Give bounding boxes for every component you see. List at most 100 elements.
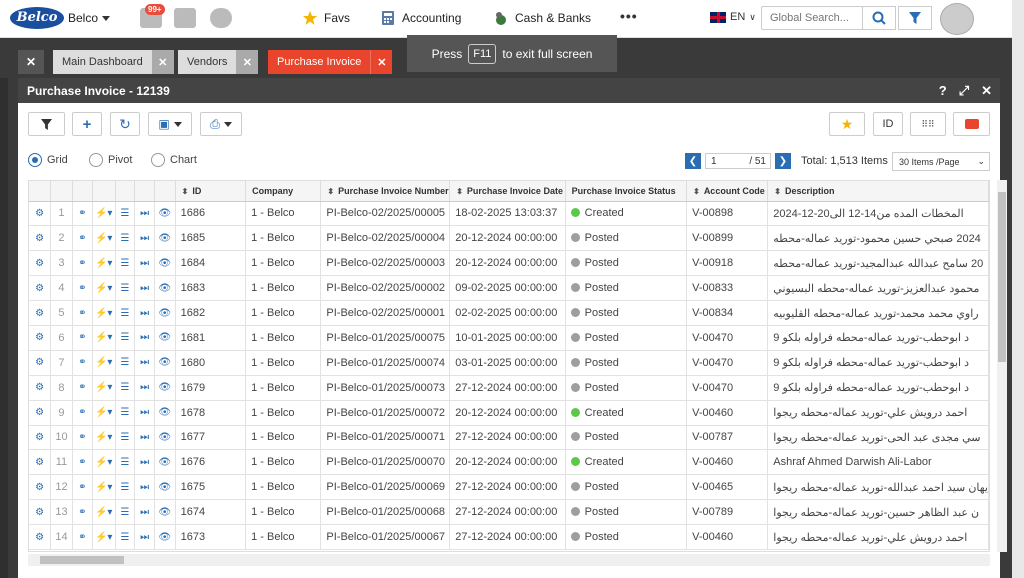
share-icon[interactable]: ⚭ [72,474,93,501]
share-icon[interactable]: ⚭ [72,524,93,550]
action-icon[interactable]: ⚡▾ [92,300,116,326]
table-row[interactable]: ⚙ 14 ⚭ ⚡▾ ☰ ⏭ 👁 1673 1 - Belco PI-Belco-01/2025/0… [29,524,989,550]
share-icon[interactable]: ⚭ [72,300,93,326]
forward-icon[interactable]: ⏭ [134,449,155,476]
mail-icon[interactable] [174,8,196,28]
action-icon[interactable]: ⚡▾ [92,250,116,277]
settings-icon[interactable]: ⚙ [29,425,52,451]
close-icon[interactable]: ✕ [151,50,174,74]
grid-vertical-scrollbar[interactable] [997,180,1007,552]
view-icon[interactable]: 👁 [154,300,176,326]
chat-icon[interactable] [210,8,232,28]
view-icon[interactable]: 👁 [154,474,176,501]
list-icon[interactable]: ☰ [115,449,136,476]
nav-favs[interactable]: Favs [302,10,350,26]
action-icon[interactable]: ⚡▾ [92,375,116,401]
settings-icon[interactable]: ⚙ [29,201,52,227]
view-grid-option[interactable]: Grid [28,153,68,167]
action-icon[interactable]: ⚡▾ [92,325,116,351]
list-icon[interactable]: ☰ [115,375,136,401]
add-button[interactable]: + [72,112,102,136]
forward-icon[interactable]: ⏭ [134,524,155,550]
action-icon[interactable]: ⚡▾ [92,499,116,526]
list-icon[interactable]: ☰ [115,225,136,252]
table-row[interactable]: ⚙ 3 ⚭ ⚡▾ ☰ ⏭ 👁 1684 1 - Belco PI-Belco-02/2025/00… [29,250,989,277]
forward-icon[interactable]: ⏭ [134,275,155,302]
page-input[interactable]: 1 / 51 [705,153,771,169]
table-row[interactable]: ⚙ 1 ⚭ ⚡▾ ☰ ⏭ 👁 1686 1 - Belco PI-Belco-02/2025/00… [29,201,989,227]
column-header-account-code[interactable]: ⬍ Account Code [686,181,769,202]
settings-icon[interactable]: ⚙ [29,275,52,302]
settings-icon[interactable]: ⚙ [29,474,52,501]
view-icon[interactable]: 👁 [154,350,176,376]
close-icon[interactable]: ✕ [981,83,992,99]
settings-icon[interactable]: ⚙ [29,225,52,252]
share-icon[interactable]: ⚭ [72,499,93,526]
tab-main-dashboard[interactable]: Main Dashboard ✕ [53,50,174,74]
column-header-invoice-date[interactable]: ⬍ Purchase Invoice Date [449,181,566,202]
column-header-invoice-number[interactable]: ⬍ Purchase Invoice Number [320,181,451,202]
view-icon[interactable]: 👁 [154,400,176,426]
table-row[interactable]: ⚙ 11 ⚭ ⚡▾ ☰ ⏭ 👁 1676 1 - Belco PI-Belco-01/2025/0… [29,449,989,476]
share-icon[interactable]: ⚭ [72,275,93,302]
table-row[interactable]: ⚙ 5 ⚭ ⚡▾ ☰ ⏭ 👁 1682 1 - Belco PI-Belco-02/2025/00… [29,300,989,326]
view-icon[interactable]: 👁 [154,275,176,302]
view-icon[interactable]: 👁 [154,250,176,277]
id-button[interactable]: ID [873,112,903,136]
forward-icon[interactable]: ⏭ [134,350,155,376]
table-row[interactable]: ⚙ 2 ⚭ ⚡▾ ☰ ⏭ 👁 1685 1 - Belco PI-Belco-02/2025/00… [29,225,989,252]
table-row[interactable]: ⚙ 10 ⚭ ⚡▾ ☰ ⏭ 👁 1677 1 - Belco PI-Belco-01/2025/0… [29,425,989,451]
share-icon[interactable]: ⚭ [72,250,93,277]
belco-logo[interactable]: Belco [10,7,64,29]
scroll-thumb[interactable] [998,192,1006,362]
close-icon[interactable]: ✕ [370,50,393,74]
list-icon[interactable]: ☰ [115,400,136,426]
settings-icon[interactable]: ⚙ [29,524,52,550]
forward-icon[interactable]: ⏭ [134,375,155,401]
action-icon[interactable]: ⚡▾ [92,201,116,227]
tab-purchase-invoice[interactable]: Purchase Invoice ✕ [268,50,393,74]
column-header-id[interactable]: ⬍ ID [175,181,247,202]
view-icon[interactable]: 👁 [154,524,176,550]
action-icon[interactable]: ⚡▾ [92,225,116,252]
expand-icon[interactable]: ⤢ [959,83,969,99]
list-icon[interactable]: ☰ [115,474,136,501]
forward-icon[interactable]: ⏭ [134,201,155,227]
forward-icon[interactable]: ⏭ [134,225,155,252]
action-icon[interactable]: ⚡▾ [92,350,116,376]
user-avatar[interactable] [940,3,974,35]
action-icon[interactable]: ⚡▾ [92,425,116,451]
print-button[interactable]: ⎙ [200,112,242,136]
share-icon[interactable]: ⚭ [72,449,93,476]
close-icon[interactable]: ✕ [236,50,259,74]
forward-icon[interactable]: ⏭ [134,474,155,501]
view-icon[interactable]: 👁 [154,325,176,351]
view-pivot-option[interactable]: Pivot [89,153,132,167]
table-row[interactable]: ⚙ 8 ⚭ ⚡▾ ☰ ⏭ 👁 1679 1 - Belco PI-Belco-01/2025/00… [29,375,989,401]
forward-icon[interactable]: ⏭ [134,300,155,326]
forward-icon[interactable]: ⏭ [134,325,155,351]
view-icon[interactable]: 👁 [154,225,176,252]
action-icon[interactable]: ⚡▾ [92,275,116,302]
view-icon[interactable]: 👁 [154,375,176,401]
nav-cash-banks[interactable]: Cash & Banks [493,10,591,26]
column-header-invoice-status[interactable]: Purchase Invoice Status [565,181,688,202]
list-icon[interactable]: ☰ [115,350,136,376]
filter-button[interactable] [898,6,932,30]
delete-button[interactable] [953,112,990,136]
action-icon[interactable]: ⚡▾ [92,400,116,426]
company-selector[interactable]: Belco [68,11,111,25]
view-chart-option[interactable]: Chart [151,153,197,167]
list-icon[interactable]: ☰ [115,201,136,227]
filter-button[interactable] [28,112,65,136]
column-header-company[interactable]: Company [245,181,322,202]
favorite-button[interactable]: ★ [829,112,865,136]
next-page-button[interactable]: ❯ [775,153,791,169]
settings-icon[interactable]: ⚙ [29,499,52,526]
page-scrollbar[interactable] [1012,0,1024,578]
list-icon[interactable]: ☰ [115,325,136,351]
settings-icon[interactable]: ⚙ [29,250,52,277]
global-search-input[interactable] [761,6,863,30]
columns-button[interactable]: ⠿⠿ [910,112,946,136]
list-icon[interactable]: ☰ [115,250,136,277]
